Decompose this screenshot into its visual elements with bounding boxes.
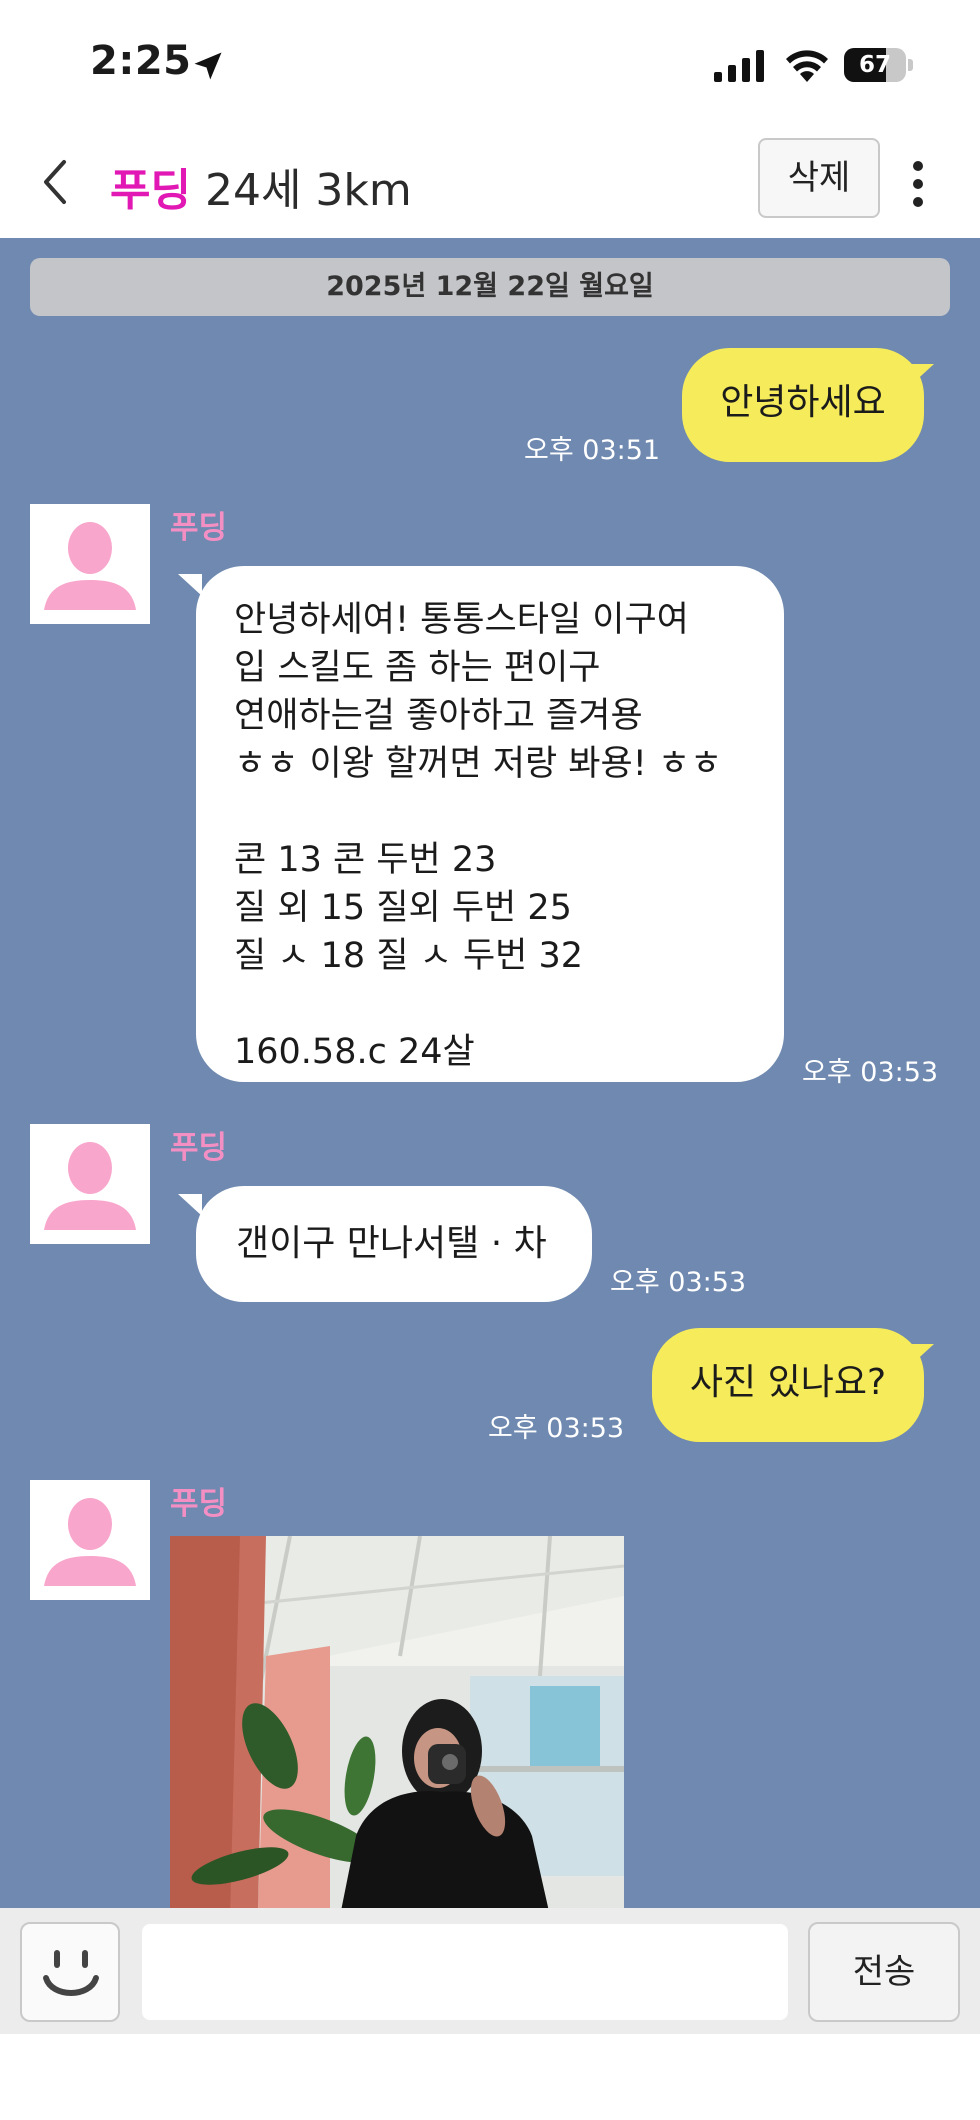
home-indicator-area [0, 2034, 980, 2120]
avatar[interactable] [30, 1480, 150, 1600]
message-time: 오후 03:53 [802, 1057, 939, 1088]
photo-image [170, 1536, 624, 1908]
message-input-bar: 전송 [0, 1908, 980, 2034]
message-text: 안녕하세요 [720, 382, 886, 423]
sender-name: 푸딩 [170, 510, 228, 546]
my-message-bubble[interactable]: 안녕하세요 [682, 348, 924, 462]
message-text: 안녕하세여! 통통스타일 이구여 입 스킬도 좀 하는 편이구 연애하는걸 좋아… [234, 600, 723, 1072]
more-vertical-icon[interactable] [906, 156, 930, 212]
page-title: 푸딩 24세 3km [110, 154, 412, 218]
battery-icon: 67 [844, 48, 914, 82]
message-time: 오후 03:51 [524, 435, 661, 466]
back-chevron-icon[interactable] [30, 152, 80, 212]
message-text: 사진 있나요? [689, 1362, 887, 1403]
location-arrow-icon [194, 52, 222, 80]
sender-name: 푸딩 [170, 1486, 228, 1522]
sender-name: 푸딩 [170, 1130, 228, 1166]
status-time: 2:25 [90, 38, 192, 84]
avatar-silhouette-icon [44, 522, 136, 610]
my-message-bubble[interactable]: 사진 있나요? [652, 1328, 924, 1442]
message-time: 오후 03:53 [610, 1267, 747, 1298]
avatar-silhouette-icon [44, 1498, 136, 1586]
chat-partner-info: 24세 3km [190, 165, 412, 216]
battery-percent: 67 [858, 52, 891, 78]
their-message-bubble[interactable]: 안녕하세여! 통통스타일 이구여 입 스킬도 좀 하는 편이구 연애하는걸 좋아… [196, 566, 784, 1082]
cellular-signal-icon [714, 50, 764, 82]
avatar[interactable] [30, 1124, 150, 1244]
emoji-button[interactable] [20, 1922, 120, 2022]
message-text: 갠이구 만나서탤 · 차 [236, 1223, 547, 1264]
photo-message[interactable] [170, 1536, 624, 1908]
send-button[interactable]: 전송 [808, 1922, 960, 2022]
chat-partner-name: 푸딩 [110, 165, 191, 216]
avatar[interactable] [30, 504, 150, 624]
status-bar: 2:25 67 [0, 0, 980, 126]
chat-header: 푸딩 24세 3km 삭제 [0, 126, 980, 238]
date-divider: 2025년 12월 22일 월요일 [30, 258, 950, 316]
delete-button[interactable]: 삭제 [758, 138, 880, 218]
message-time: 오후 03:53 [488, 1413, 625, 1444]
message-input[interactable] [142, 1924, 788, 2020]
wifi-icon [786, 50, 828, 82]
avatar-silhouette-icon [44, 1142, 136, 1230]
their-message-bubble[interactable]: 갠이구 만나서탤 · 차 [196, 1186, 592, 1302]
chat-area[interactable]: 2025년 12월 22일 월요일 안녕하세요 오후 03:51 푸딩 안녕하세… [0, 238, 980, 1908]
smiley-icon [43, 1950, 99, 1996]
